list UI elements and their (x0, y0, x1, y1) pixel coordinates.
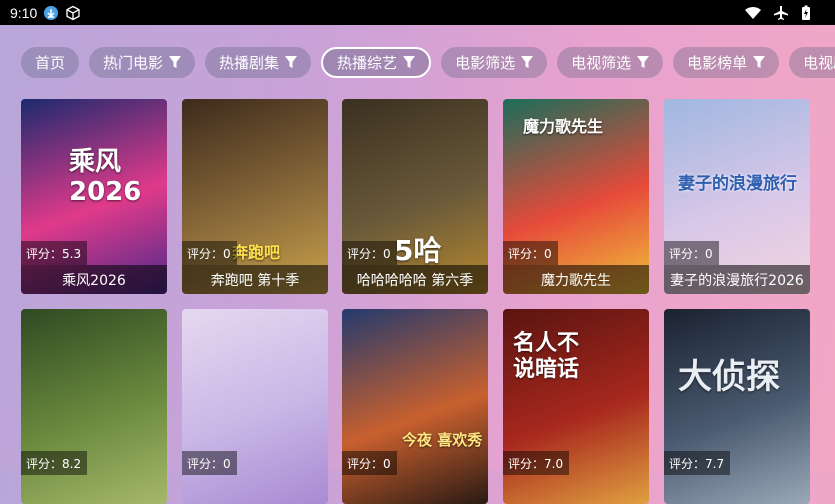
airplane-mode-icon (773, 5, 789, 21)
card-title: 乘风2026 (21, 265, 167, 294)
tab-home[interactable]: 首页 (21, 46, 80, 78)
poster-card[interactable]: 名人不说暗话 评分：7.0 (503, 309, 649, 504)
rating-badge: 评分：0 (664, 241, 719, 265)
poster-card[interactable]: 魔力歌先生 评分：0 魔力歌先生 (503, 99, 649, 294)
rating-badge: 评分：0 (182, 241, 237, 265)
card-title: 奔跑吧 第十季 (182, 265, 328, 294)
poster-card[interactable]: 5哈 评分：0 哈哈哈哈哈 第六季 (342, 99, 488, 294)
poster-card[interactable]: 大侦探 评分：7.7 (664, 309, 810, 504)
tab-movie-filter[interactable]: 电影筛选 (441, 46, 548, 78)
tab-label: 首页 (35, 53, 66, 72)
poster-card[interactable]: 评分：8.2 (21, 309, 167, 504)
tab-label: 电影榜单 (687, 53, 748, 72)
poster-text: 今夜 喜欢秀 (402, 431, 483, 449)
battery-charging-icon (801, 5, 811, 21)
poster-text: 妻子的浪漫旅行 (678, 174, 797, 194)
poster-text: 乘风 2026 (69, 147, 142, 207)
tab-hot-movies[interactable]: 热门电影 (89, 46, 196, 78)
card-title: 魔力歌先生 (503, 265, 649, 294)
filter-icon (521, 55, 534, 69)
filter-icon (637, 55, 650, 69)
poster-card[interactable]: 妻子的浪漫旅行 评分：0 妻子的浪漫旅行2026 (664, 99, 810, 294)
poster-text: 名人不说暗话 (513, 331, 580, 382)
rating-badge: 评分：5.3 (21, 241, 88, 265)
card-title: 妻子的浪漫旅行2026 (664, 265, 810, 294)
status-bar: 9:10 (0, 0, 835, 25)
tab-label: 电影筛选 (455, 53, 516, 72)
wifi-icon (745, 6, 761, 20)
filter-icon (285, 55, 298, 69)
category-tabs: 首页 热门电影 热播剧集 热播综艺 电影筛选 电视筛选 电影榜单 电视剧 (0, 44, 835, 80)
tab-label: 热播综艺 (337, 53, 398, 72)
rating-badge: 评分：7.0 (503, 451, 570, 475)
poster-card[interactable]: 今夜 喜欢秀 评分：0 (342, 309, 488, 504)
download-notification-icon (43, 5, 59, 21)
poster-text: 大侦探 (678, 357, 780, 397)
poster-text: 奔跑吧 (232, 243, 281, 262)
tab-label: 热门电影 (103, 53, 164, 72)
tab-tv-filter[interactable]: 电视筛选 (557, 46, 664, 78)
rating-badge: 评分：7.7 (664, 451, 731, 475)
rating-badge: 评分：0 (342, 451, 397, 475)
poster-card[interactable]: 乘风 2026 评分：5.3 乘风2026 (21, 99, 167, 294)
tab-hot-variety[interactable]: 热播综艺 (321, 46, 432, 78)
poster-card[interactable]: 奔跑吧 评分：0 奔跑吧 第十季 (182, 99, 328, 294)
rating-badge: 评分：0 (342, 241, 397, 265)
rating-badge: 评分：0 (182, 451, 237, 475)
filter-icon (403, 55, 416, 69)
tab-movie-chart[interactable]: 电影榜单 (673, 46, 780, 78)
rating-badge: 评分：0 (503, 241, 558, 265)
filter-icon (753, 55, 766, 69)
poster-overlay-text: 乘风 2026 (69, 147, 141, 207)
tab-label: 电视剧 (803, 53, 835, 72)
poster-card[interactable]: 评分：0 (182, 309, 328, 504)
tab-label: 热播剧集 (219, 53, 280, 72)
tab-label: 电视筛选 (571, 53, 632, 72)
tab-hot-series[interactable]: 热播剧集 (205, 46, 312, 78)
rating-badge: 评分：8.2 (21, 451, 88, 475)
card-title: 哈哈哈哈哈 第六季 (342, 265, 488, 294)
poster-text: 5哈 (394, 234, 442, 267)
status-time: 9:10 (10, 4, 38, 21)
cube-icon (65, 5, 81, 21)
filter-icon (169, 55, 182, 69)
tab-tv-series[interactable]: 电视剧 (789, 46, 835, 78)
poster-text: 魔力歌先生 (523, 117, 604, 136)
